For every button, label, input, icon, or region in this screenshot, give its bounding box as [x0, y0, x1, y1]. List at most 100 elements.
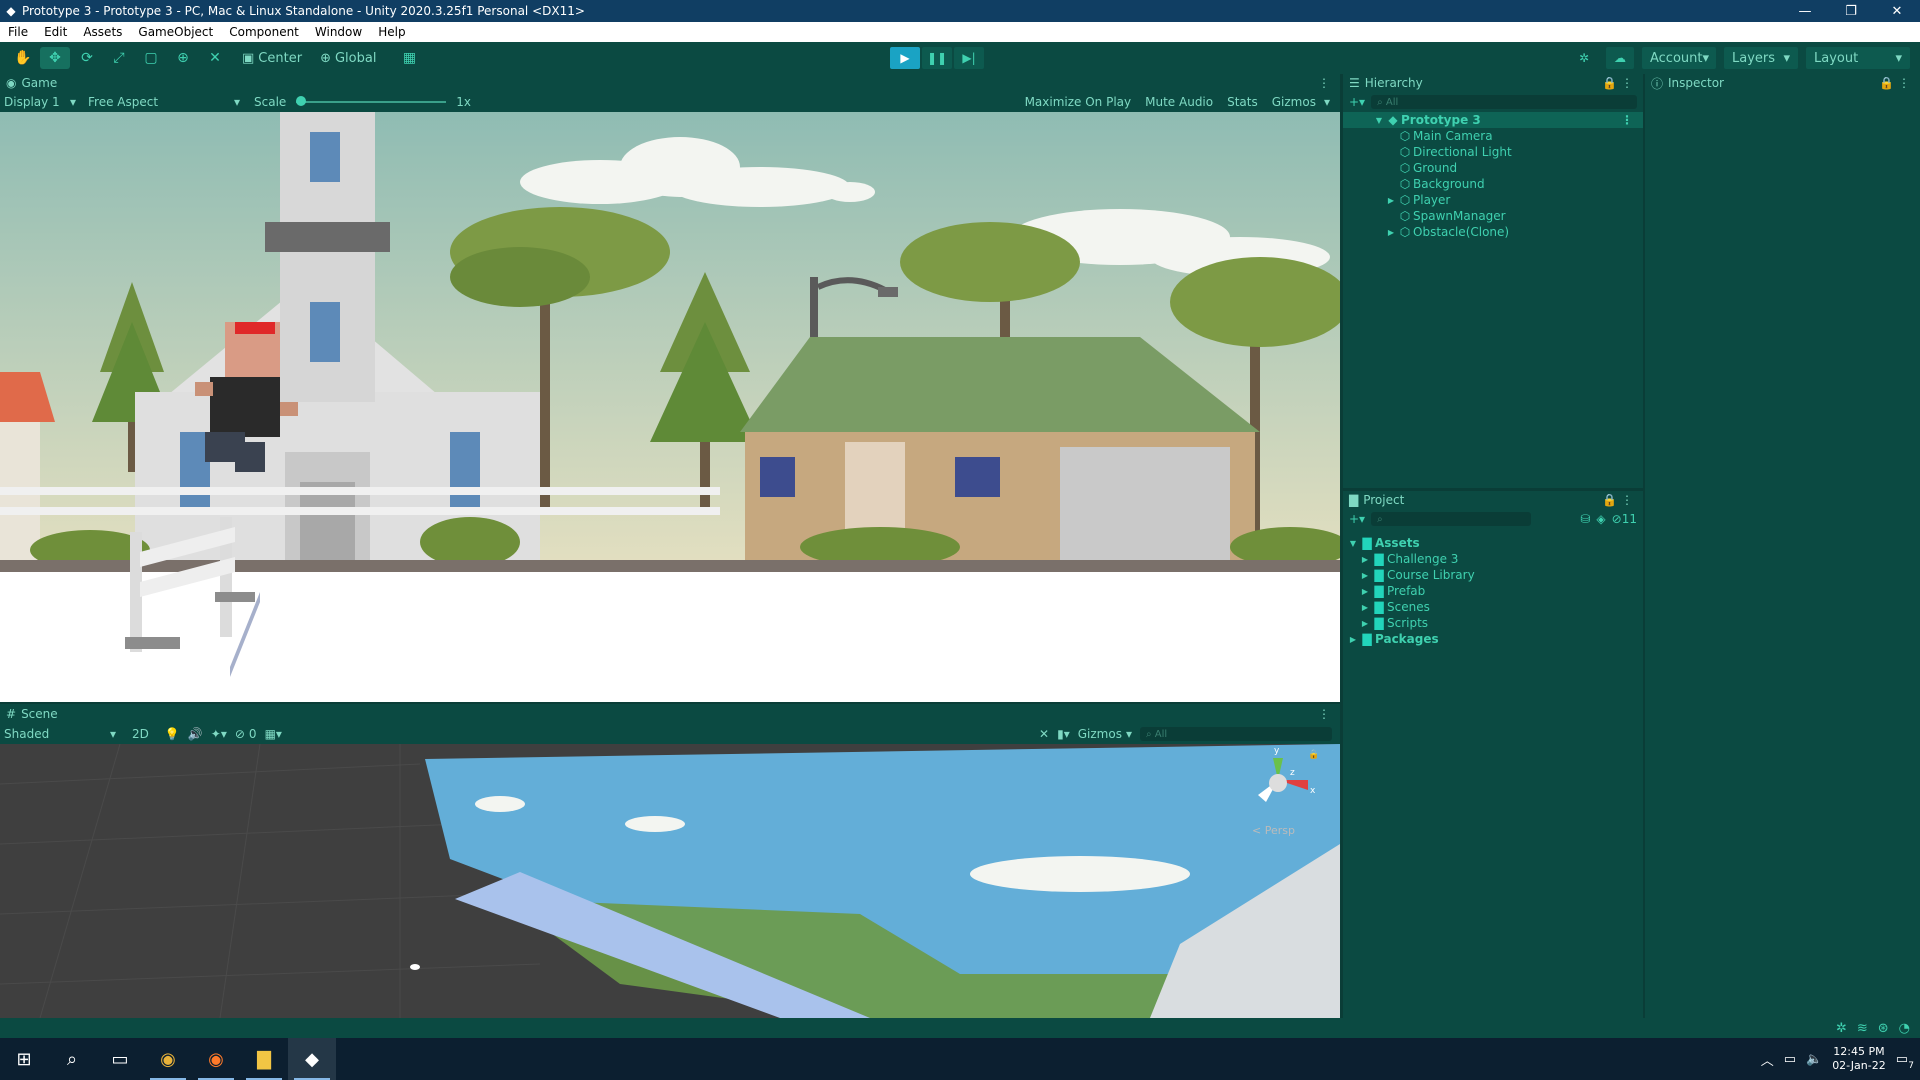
audio-icon[interactable]: 🔊	[184, 727, 207, 741]
orientation-gizmo[interactable]: y z x 🔒 < Persp	[1238, 746, 1319, 840]
display-dropdown[interactable]: Display 1 ▾	[0, 95, 80, 109]
scene-view[interactable]: y z x 🔒 < Persp	[0, 744, 1340, 1018]
rect-tool-icon[interactable]: ▢	[136, 47, 166, 69]
lighting-icon[interactable]: 💡	[161, 727, 184, 741]
chevron-up-icon[interactable]: ︿	[1761, 1050, 1774, 1069]
kebab-menu-icon[interactable]: ⋮	[1318, 76, 1340, 90]
hierarchy-item[interactable]: ⬡ Background	[1343, 176, 1643, 192]
menu-edit[interactable]: Edit	[36, 25, 75, 39]
minimize-button[interactable]: —	[1782, 0, 1828, 22]
menu-component[interactable]: Component	[221, 25, 307, 39]
hierarchy-root-scene[interactable]: ▼ ◆ Prototype 3 ⋮	[1343, 112, 1643, 128]
transform-tool-icon[interactable]: ⊕	[168, 47, 198, 69]
scene-gizmos-dropdown[interactable]: Gizmos ▾	[1074, 727, 1136, 741]
expand-arrow-icon[interactable]: ▼	[1373, 116, 1385, 125]
tab-game[interactable]: ◉ Game	[0, 76, 63, 90]
add-icon[interactable]: +▾	[1349, 95, 1365, 109]
clock[interactable]: 12:45 PM 02-Jan-22	[1832, 1045, 1886, 1073]
project-folder-item[interactable]: ▶ ▇ Scenes	[1343, 599, 1643, 615]
play-button[interactable]: ▶	[890, 47, 920, 69]
scale-slider-handle[interactable]	[296, 96, 307, 106]
shading-dropdown[interactable]: Shaded ▾	[0, 727, 120, 741]
menu-window[interactable]: Window	[307, 25, 370, 39]
tab-scene[interactable]: # Scene	[0, 707, 64, 721]
maximize-on-play-toggle[interactable]: Maximize On Play	[1021, 95, 1136, 109]
expand-arrow-icon[interactable]: ▶	[1385, 196, 1397, 205]
expand-arrow-icon[interactable]: ▶	[1359, 587, 1371, 596]
menu-gameobject[interactable]: GameObject	[130, 25, 221, 39]
add-icon[interactable]: +▾	[1349, 512, 1365, 526]
filter-type-icon[interactable]: ⛁	[1580, 512, 1590, 526]
persp-label[interactable]: < Persp	[1252, 824, 1295, 837]
tools-icon[interactable]: ✕	[1035, 727, 1053, 741]
chevron-down-icon[interactable]: ▾	[1320, 95, 1334, 109]
rotate-tool-icon[interactable]: ⟳	[72, 47, 102, 69]
2d-toggle[interactable]: 2D	[128, 727, 153, 741]
hierarchy-search-input[interactable]: ⌕ All	[1371, 95, 1637, 109]
hidden-packages-toggle[interactable]: ⊘11	[1612, 512, 1637, 526]
expand-arrow-icon[interactable]: ▶	[1359, 619, 1371, 628]
notifications-icon[interactable]: ▭ 7	[1896, 1052, 1914, 1071]
space-global-button[interactable]: ⊕ Global	[314, 47, 382, 69]
hierarchy-item[interactable]: ⬡ Ground	[1343, 160, 1643, 176]
menu-file[interactable]: File	[0, 25, 36, 39]
project-folder-item[interactable]: ▶ ▇ Scripts	[1343, 615, 1643, 631]
expand-arrow-icon[interactable]: ▶	[1359, 571, 1371, 580]
project-folder-item[interactable]: ▶ ▇ Challenge 3	[1343, 551, 1643, 567]
cloud-icon[interactable]: ☁	[1606, 47, 1634, 69]
auto-generate-lighting-icon[interactable]: ⊛	[1878, 1021, 1889, 1036]
lock-icon[interactable]: 🔒 ⋮	[1602, 76, 1643, 90]
project-search-input[interactable]: ⌕	[1371, 512, 1532, 526]
volume-icon[interactable]: 🔈	[1806, 1052, 1822, 1067]
project-assets-folder[interactable]: ▼ ▇ Assets	[1343, 535, 1643, 551]
firefox-icon[interactable]: ◉	[192, 1038, 240, 1080]
pivot-center-button[interactable]: ▣ Center	[236, 47, 308, 69]
layers-dropdown[interactable]: Layers ▾	[1724, 47, 1798, 69]
hierarchy-item[interactable]: ⬡ Directional Light	[1343, 144, 1643, 160]
tab-hierarchy[interactable]: ☰ Hierarchy	[1343, 76, 1429, 90]
gizmos-toggle[interactable]: Gizmos	[1268, 95, 1320, 109]
expand-arrow-icon[interactable]: ▶	[1359, 555, 1371, 564]
scene-search-field[interactable]: ⌕ All	[1140, 727, 1332, 741]
hidden-objects-toggle[interactable]: ⊘ 0	[231, 727, 261, 741]
game-view[interactable]	[0, 112, 1340, 702]
hand-tool-icon[interactable]: ✋	[8, 47, 38, 69]
lock-icon[interactable]: 🔒	[1308, 750, 1319, 760]
scene-search-input[interactable]: ⌕ All	[1136, 727, 1336, 741]
expand-arrow-icon[interactable]: ▶	[1359, 603, 1371, 612]
lock-icon[interactable]: 🔒 ⋮	[1602, 493, 1643, 507]
custom-tool-icon[interactable]: ✕	[200, 47, 230, 69]
scale-tool-icon[interactable]: ⤢	[104, 47, 134, 69]
search-icon[interactable]: ⌕	[48, 1038, 96, 1080]
layers-stack-icon[interactable]: ≋	[1857, 1021, 1868, 1036]
tab-project[interactable]: ▇ Project	[1343, 493, 1410, 507]
stats-toggle[interactable]: Stats	[1223, 95, 1262, 109]
effects-icon[interactable]: ✦▾	[207, 727, 231, 741]
lock-icon[interactable]: 🔒 ⋮	[1879, 76, 1920, 90]
menu-assets[interactable]: Assets	[75, 25, 130, 39]
network-icon[interactable]: ▭	[1784, 1052, 1796, 1067]
collab-icon[interactable]: ✲	[1570, 47, 1598, 69]
file-explorer-icon[interactable]: ▇	[240, 1038, 288, 1080]
hierarchy-item[interactable]: ▶ ⬡ Player	[1343, 192, 1643, 208]
tab-inspector[interactable]: ⓘ Inspector	[1645, 75, 1730, 92]
project-packages-folder[interactable]: ▶ ▇ Packages	[1343, 631, 1643, 647]
label-icon[interactable]: ◈	[1596, 512, 1605, 526]
kebab-menu-icon[interactable]: ⋮	[1621, 113, 1643, 127]
expand-arrow-icon[interactable]: ▶	[1347, 635, 1359, 644]
grid-toggle-icon[interactable]: ▦▾	[261, 727, 286, 741]
progress-icon[interactable]: ◔	[1899, 1021, 1910, 1036]
chrome-icon[interactable]: ◉	[144, 1038, 192, 1080]
project-folder-item[interactable]: ▶ ▇ Prefab	[1343, 583, 1643, 599]
mute-audio-toggle[interactable]: Mute Audio	[1141, 95, 1217, 109]
windows-start-icon[interactable]: ⊞	[0, 1038, 48, 1080]
expand-arrow-icon[interactable]: ▶	[1385, 228, 1397, 237]
layout-dropdown[interactable]: Layout ▾	[1806, 47, 1910, 69]
aspect-dropdown[interactable]: Free Aspect ▾	[84, 95, 244, 109]
kebab-menu-icon[interactable]: ⋮	[1318, 707, 1340, 721]
menu-help[interactable]: Help	[370, 25, 413, 39]
scale-slider[interactable]	[296, 96, 447, 106]
step-button[interactable]: ▶|	[954, 47, 984, 69]
hierarchy-item[interactable]: ▶ ⬡ Obstacle(Clone)	[1343, 224, 1643, 240]
project-folder-item[interactable]: ▶ ▇ Course Library	[1343, 567, 1643, 583]
